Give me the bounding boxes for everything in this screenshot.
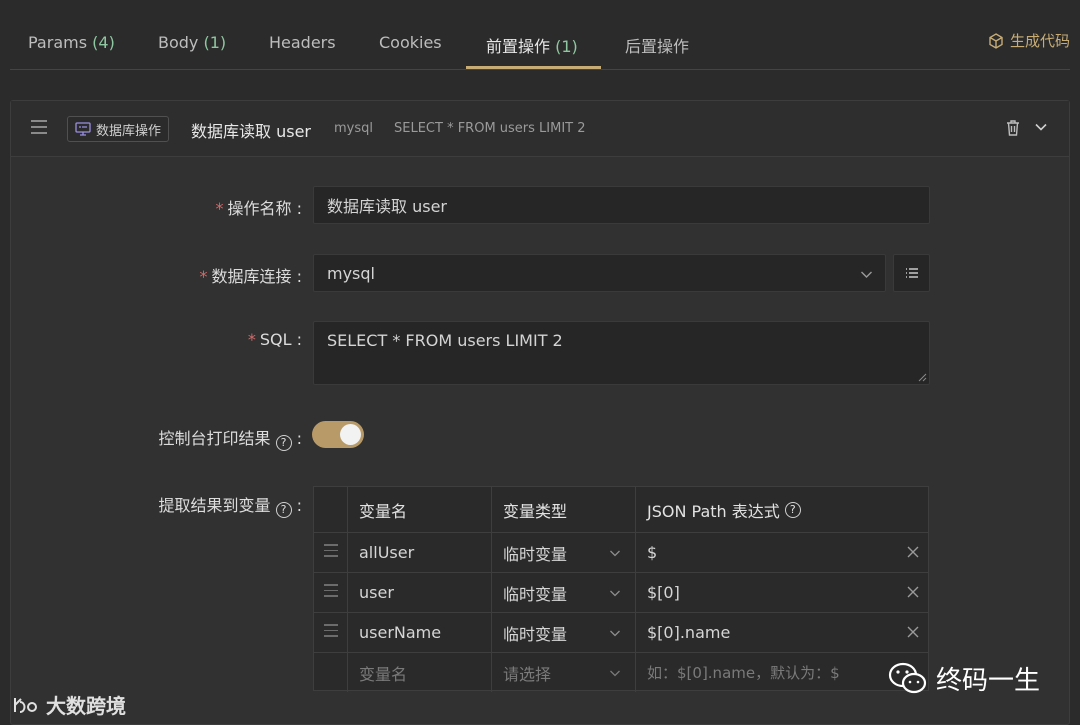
tab-count: (4) xyxy=(92,33,115,52)
header-json-path: JSON Path 表达式? xyxy=(636,487,930,532)
table-row: user 临时变量 $[0] xyxy=(314,573,928,613)
active-tab-indicator xyxy=(466,66,601,69)
row-drag-icon[interactable] xyxy=(314,573,348,612)
db-connection-label: * 数据库连接 : xyxy=(199,267,303,286)
var-type-select[interactable]: 请选择 xyxy=(492,653,636,692)
tab-body[interactable]: Body (1) xyxy=(158,33,226,52)
generate-code-label: 生成代码 xyxy=(1009,32,1070,50)
monitor-icon xyxy=(75,122,91,136)
json-path-input[interactable]: $ xyxy=(636,533,930,572)
watermark-left-text: 大数跨境 xyxy=(46,694,126,718)
operation-name-input[interactable]: 数据库读取 user xyxy=(313,186,930,224)
wechat-icon xyxy=(888,662,927,693)
db-connection-select[interactable]: mysql xyxy=(313,254,886,292)
tab-bar: Params (4) Body (1) Headers Cookies 前置操作… xyxy=(10,0,1070,70)
header-var-name: 变量名 xyxy=(348,487,492,532)
table-row-new: 变量名 请选择 如：$[0].name，默认为：$ xyxy=(314,653,928,692)
chevron-down-icon xyxy=(610,670,620,676)
operation-name-label: * 操作名称 : xyxy=(215,199,303,218)
var-name-input[interactable]: userName xyxy=(348,613,492,652)
toggle-knob xyxy=(340,424,361,445)
chevron-down-icon xyxy=(610,630,620,636)
json-path-input[interactable]: $[0] xyxy=(636,573,930,612)
drag-handle-icon[interactable] xyxy=(31,120,47,134)
db-connection-value: mysql xyxy=(327,263,375,283)
tab-count: (1) xyxy=(555,37,578,56)
watermark-right-text: 终码一生 xyxy=(936,666,1041,696)
variables-table: 变量名 变量类型 JSON Path 表达式? allUser 临时变量 $ u… xyxy=(313,486,929,692)
tab-label: Cookies xyxy=(379,33,442,52)
operation-title: 数据库读取 user xyxy=(191,122,311,141)
help-icon[interactable]: ? xyxy=(784,501,801,518)
close-icon[interactable] xyxy=(906,545,920,559)
var-type-select[interactable]: 临时变量 xyxy=(492,613,636,652)
operation-panel: 数据库操作 数据库读取 user mysql SELECT * FROM use… xyxy=(10,100,1070,725)
db-list-button[interactable] xyxy=(893,254,930,292)
json-path-input[interactable]: 如：$[0].name，默认为：$ xyxy=(636,653,930,692)
tab-count: (1) xyxy=(203,33,227,52)
row-drag-icon xyxy=(314,653,348,692)
close-icon[interactable] xyxy=(906,625,920,639)
sql-value: SELECT * FROM users LIMIT 2 xyxy=(327,331,563,350)
resize-handle-icon[interactable] xyxy=(918,373,927,382)
row-drag-icon[interactable] xyxy=(314,533,348,572)
brand-logo-icon xyxy=(14,697,38,713)
var-type-select[interactable]: 临时变量 xyxy=(492,533,636,572)
table-header-row: 变量名 变量类型 JSON Path 表达式? xyxy=(314,487,928,533)
tab-headers[interactable]: Headers xyxy=(269,33,336,52)
help-icon[interactable]: ? xyxy=(275,435,292,451)
tab-label: 前置操作 xyxy=(486,37,551,56)
operation-db: mysql xyxy=(334,121,373,136)
json-path-input[interactable]: $[0].name xyxy=(636,613,930,652)
extract-variables-label: 提取结果到变量? : xyxy=(158,496,302,518)
chevron-down-icon xyxy=(610,550,620,556)
header-var-type: 变量类型 xyxy=(492,487,636,532)
tab-label: Body xyxy=(158,33,199,52)
trash-icon[interactable] xyxy=(1005,119,1021,137)
var-name-input[interactable]: allUser xyxy=(348,533,492,572)
console-print-label: 控制台打印结果? : xyxy=(158,429,302,451)
chevron-down-icon xyxy=(610,590,620,596)
tab-cookies[interactable]: Cookies xyxy=(379,33,442,52)
help-icon[interactable]: ? xyxy=(275,502,292,518)
tab-params[interactable]: Params (4) xyxy=(28,33,115,52)
watermark-right: 终码一生 xyxy=(888,660,1040,697)
tab-pre-operations[interactable]: 前置操作 (1) xyxy=(486,33,578,57)
console-print-toggle[interactable] xyxy=(312,421,364,448)
tab-label: Params xyxy=(28,33,88,52)
operation-type-badge: 数据库操作 xyxy=(67,116,170,142)
tab-label: Headers xyxy=(269,33,336,52)
sql-textarea[interactable]: SELECT * FROM users LIMIT 2 xyxy=(313,321,930,385)
tab-post-operations[interactable]: 后置操作 xyxy=(625,33,689,57)
table-row: userName 临时变量 $[0].name xyxy=(314,613,928,653)
cube-icon xyxy=(989,32,1003,49)
var-name-input[interactable]: user xyxy=(348,573,492,612)
chevron-down-icon[interactable] xyxy=(1033,119,1049,135)
operation-sql-preview: SELECT * FROM users LIMIT 2 xyxy=(394,121,586,136)
close-icon[interactable] xyxy=(906,585,920,599)
sql-label: * SQL : xyxy=(247,330,302,349)
generate-code-button[interactable]: 生成代码 xyxy=(988,30,1070,51)
chevron-down-icon xyxy=(861,271,872,278)
var-name-input[interactable]: 变量名 xyxy=(348,653,492,692)
table-row: allUser 临时变量 $ xyxy=(314,533,928,573)
tab-label: 后置操作 xyxy=(625,37,690,56)
var-type-select[interactable]: 临时变量 xyxy=(492,573,636,612)
list-icon xyxy=(905,268,918,278)
watermark-left: 大数跨境 xyxy=(12,690,126,719)
row-drag-icon[interactable] xyxy=(314,613,348,652)
operation-type-label: 数据库操作 xyxy=(96,123,162,139)
operation-header[interactable]: 数据库操作 数据库读取 user mysql SELECT * FROM use… xyxy=(11,101,1069,157)
